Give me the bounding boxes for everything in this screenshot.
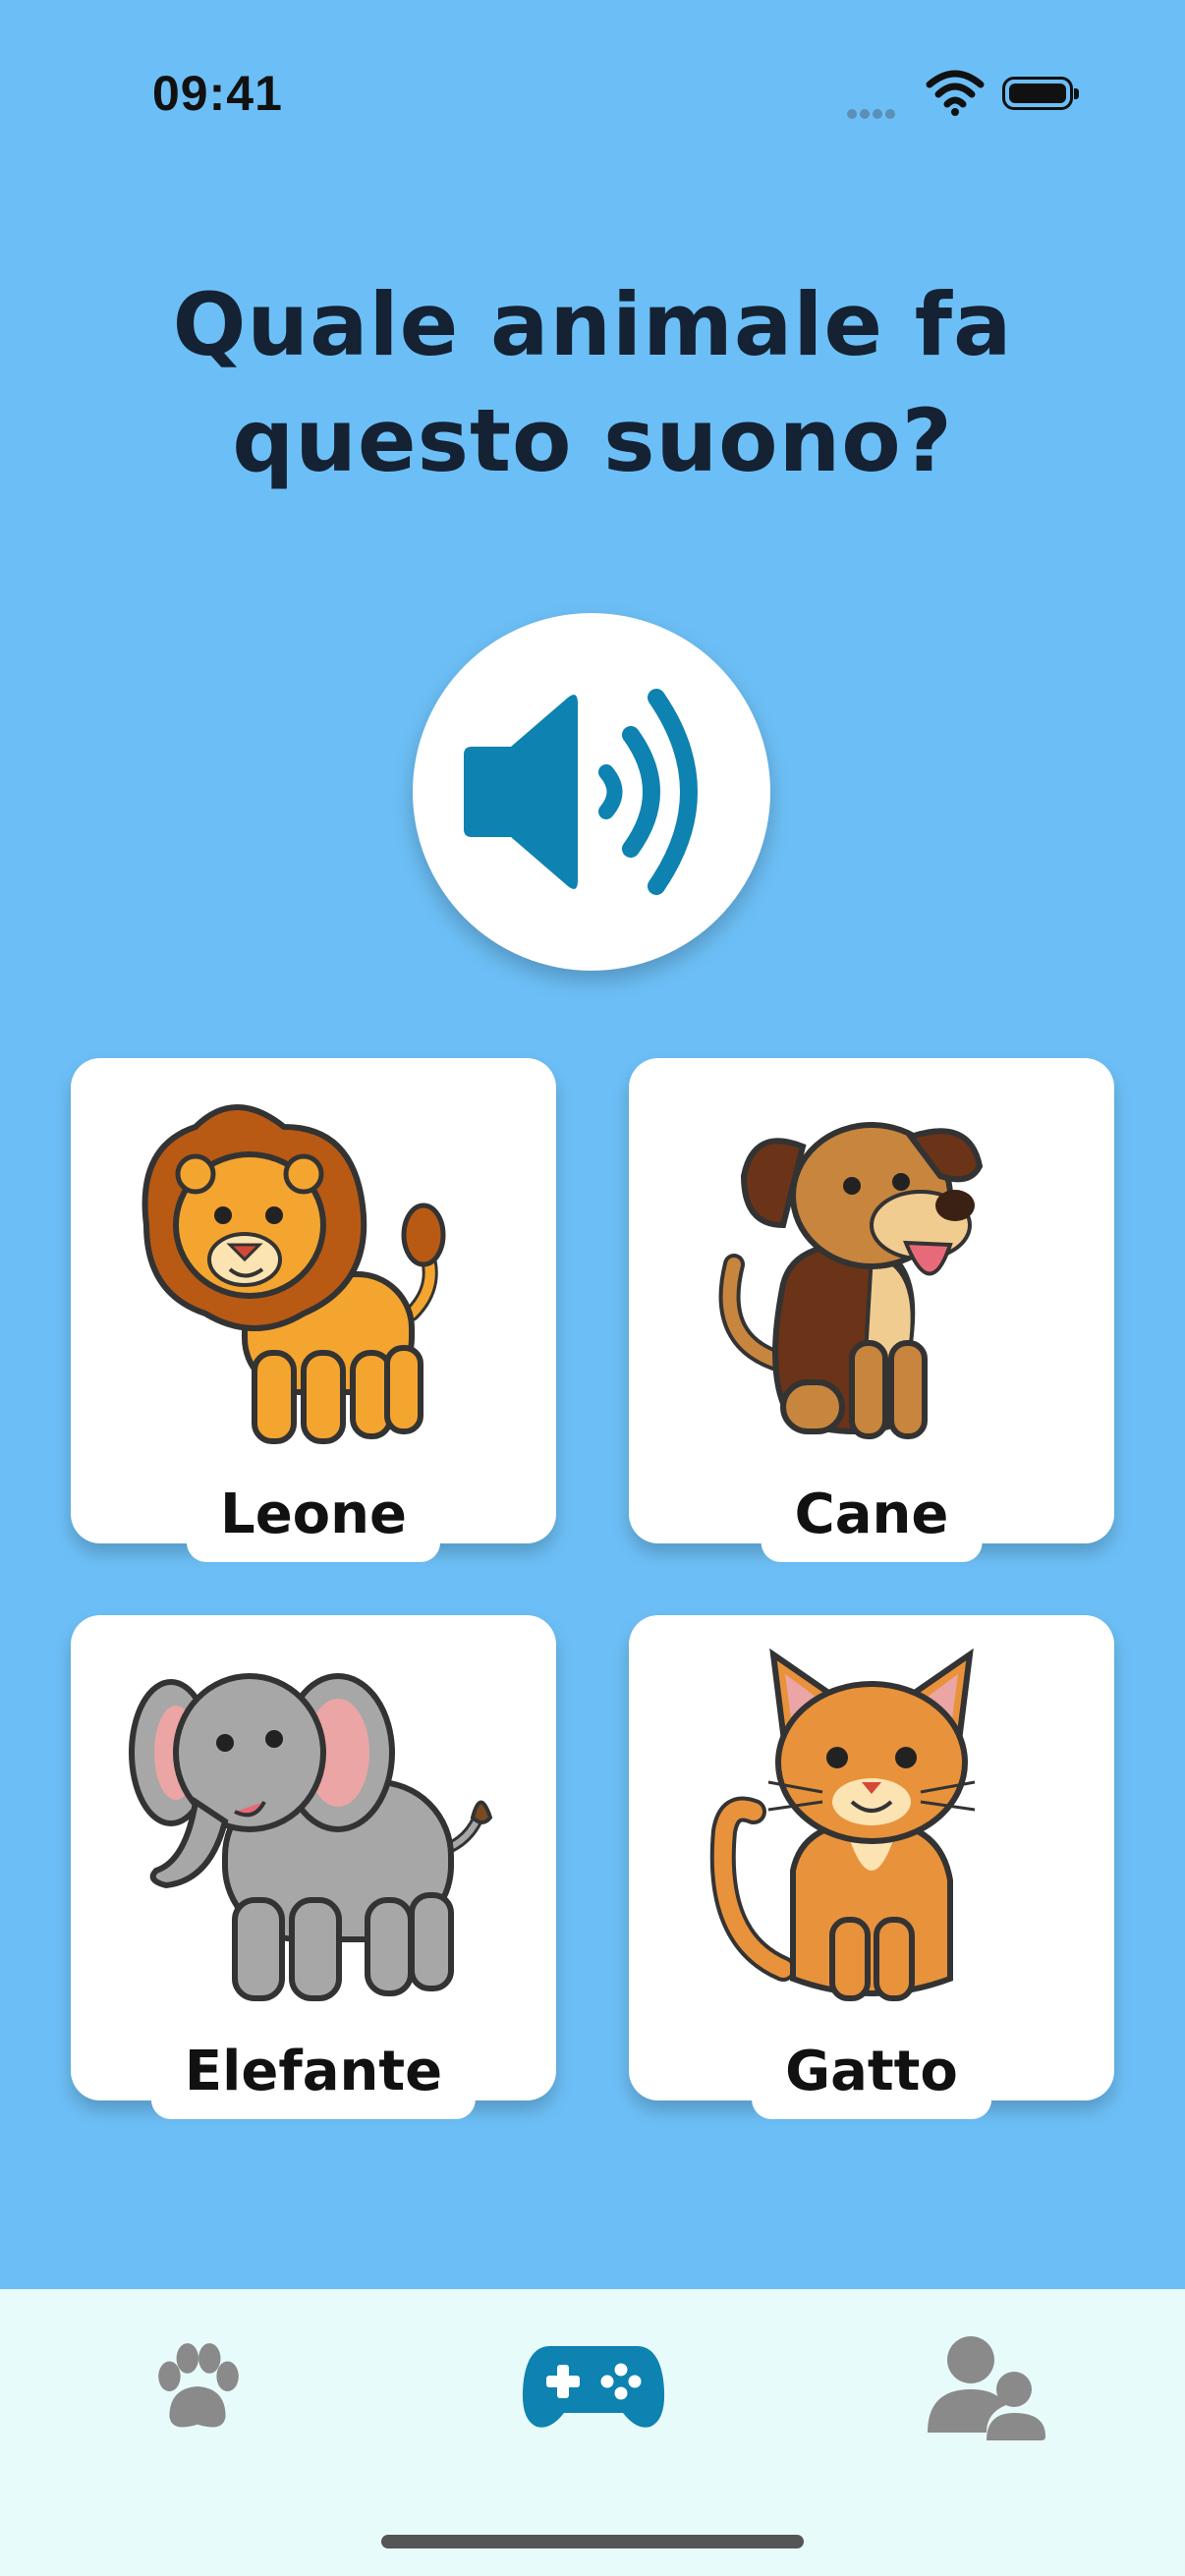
question-line-1: Quale animale fa bbox=[172, 274, 1013, 375]
answer-label: Gatto bbox=[752, 2036, 991, 2119]
wifi-icon bbox=[926, 70, 985, 116]
answer-label: Leone bbox=[187, 1479, 440, 1562]
gamepad-icon bbox=[522, 2346, 665, 2428]
answer-card-cat[interactable]: Gatto bbox=[629, 1615, 1114, 2119]
answer-card-elephant[interactable]: Elefante bbox=[71, 1615, 556, 2119]
tab-profile[interactable] bbox=[928, 2334, 1047, 2444]
speaker-icon bbox=[464, 689, 698, 895]
answer-label: Elefante bbox=[150, 2036, 477, 2119]
answer-card-lion[interactable]: Leone bbox=[71, 1058, 556, 1562]
answer-label: Cane bbox=[761, 1479, 983, 1562]
dog-illustration bbox=[718, 1122, 984, 1439]
status-icons bbox=[847, 69, 1083, 124]
status-time: 09:41 bbox=[152, 66, 283, 121]
elephant-illustration bbox=[129, 1673, 493, 2001]
cat-illustration bbox=[709, 1648, 976, 2001]
question-title: Quale animale fa questo suono? bbox=[118, 267, 1067, 499]
tab-game[interactable] bbox=[521, 2340, 666, 2435]
paw-icon bbox=[158, 2343, 239, 2428]
users-icon bbox=[928, 2336, 1045, 2440]
play-sound-button[interactable] bbox=[413, 613, 770, 971]
tab-animals[interactable] bbox=[147, 2336, 248, 2440]
answer-card-dog[interactable]: Cane bbox=[629, 1058, 1114, 1562]
cellular-signal-icon bbox=[847, 104, 898, 123]
lion-illustration bbox=[141, 1104, 446, 1444]
home-indicator bbox=[381, 2535, 804, 2548]
bottom-tab-bar bbox=[0, 2289, 1185, 2576]
battery-icon bbox=[1002, 77, 1079, 110]
question-line-2: questo suono? bbox=[232, 390, 953, 491]
